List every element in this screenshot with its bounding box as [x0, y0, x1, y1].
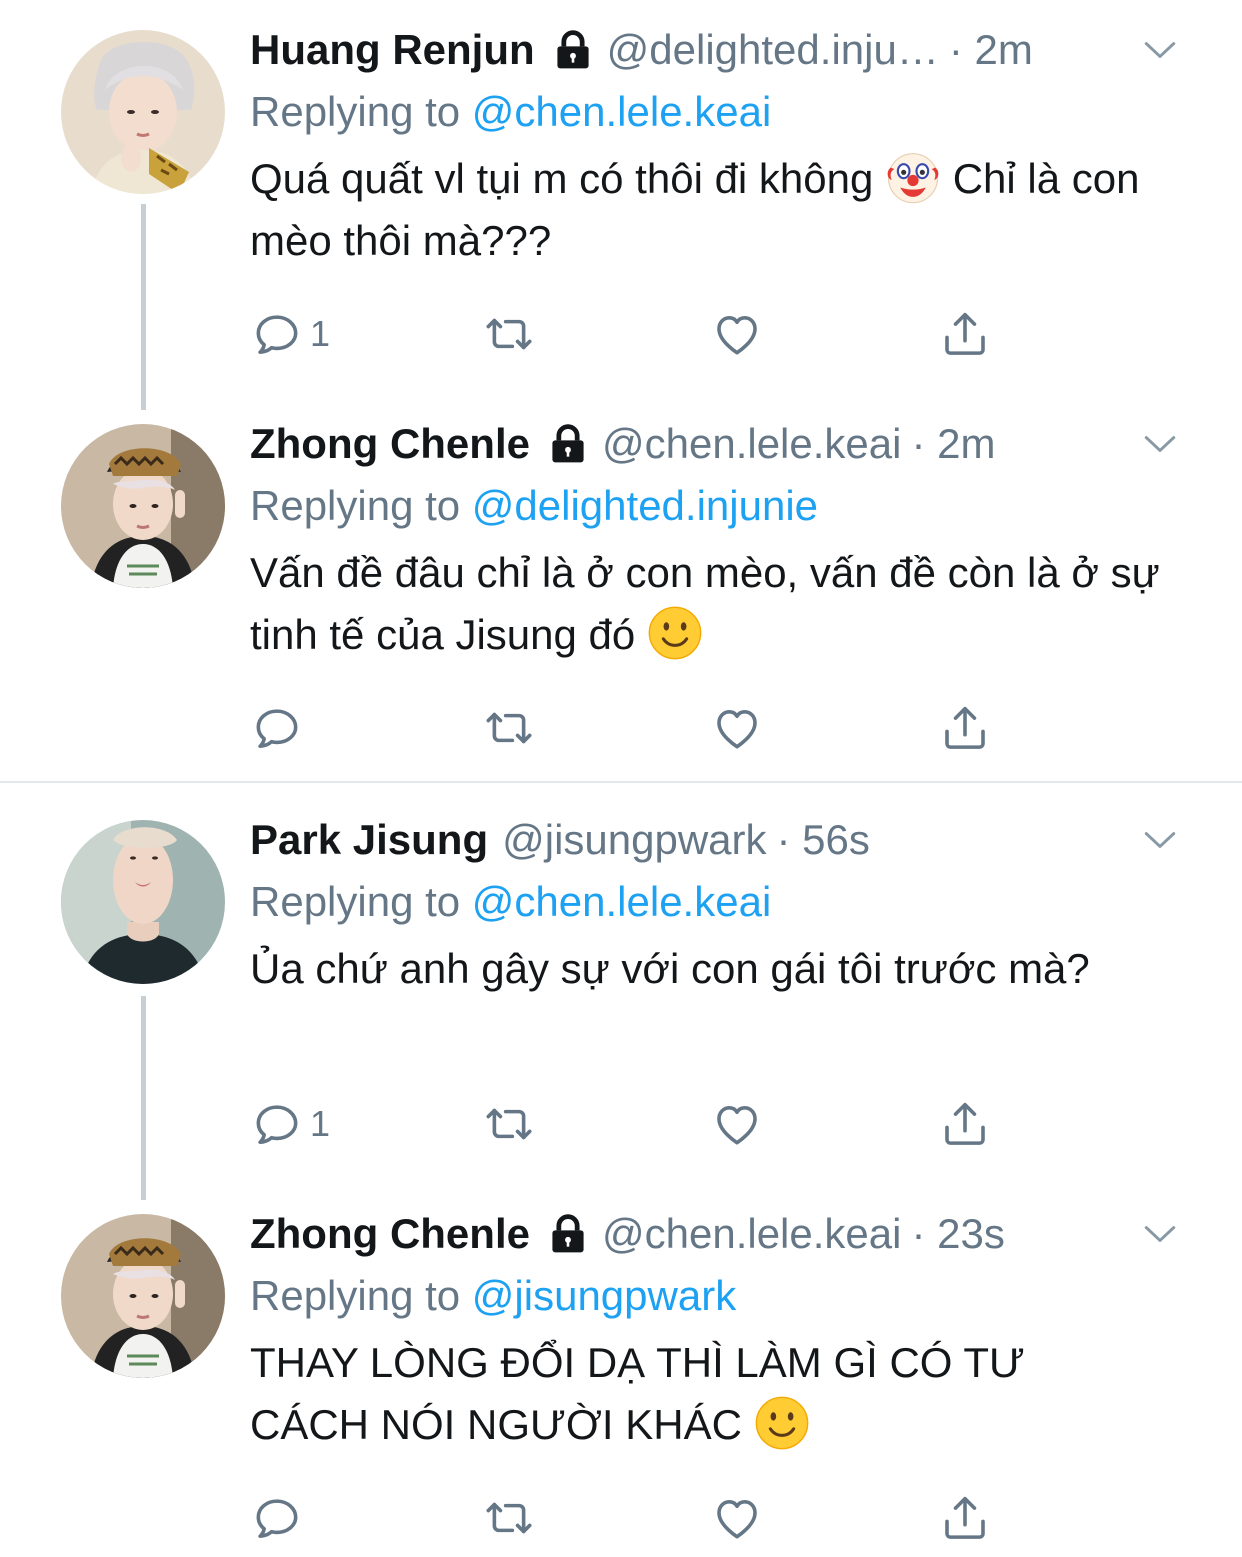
tweet-text-part-1: THAY LÒNG ĐỔI DẠ THÌ LÀM GÌ CÓ TƯ CÁCH N…	[250, 1339, 1025, 1448]
section-divider	[0, 781, 1242, 783]
tweet-header: Zhong Chenle @chen.lele.keai · 2m	[250, 420, 1182, 468]
share-icon	[938, 1097, 992, 1151]
tweet-actions	[250, 698, 1010, 758]
tweet-text-part-1: Vấn đề đâu chỉ là ở con mèo, vấn đề còn …	[250, 549, 1160, 658]
replying-to-mention[interactable]: @chen.lele.keai	[472, 878, 771, 925]
tweet-content: Huang Renjun @delighted.inju… · 2m Reply…	[250, 26, 1182, 272]
clown-emoji-icon	[885, 149, 941, 205]
tweet-actions: 1	[250, 1094, 1010, 1154]
avatar-zhong-chenle[interactable]	[61, 424, 225, 588]
tweet-content: Park Jisung @jisungpwark · 56s Replying …	[250, 816, 1182, 1000]
retweet-button[interactable]	[482, 304, 536, 364]
replying-to-mention[interactable]: @jisungpwark	[472, 1272, 736, 1319]
reply-count: 1	[310, 1103, 331, 1144]
like-button[interactable]	[710, 1094, 764, 1154]
display-name[interactable]: Zhong Chenle	[250, 1210, 530, 1258]
replying-to: Replying to @delighted.injunie	[250, 482, 1182, 530]
tweet-header: Zhong Chenle @chen.lele.keai · 23s	[250, 1210, 1182, 1258]
tweet-header: Huang Renjun @delighted.inju… · 2m	[250, 26, 1182, 74]
retweet-icon	[482, 307, 536, 361]
tweet-content: Zhong Chenle @chen.lele.keai · 2m Replyi…	[250, 420, 1182, 666]
timestamp[interactable]: · 2m	[949, 26, 1033, 74]
retweet-button[interactable]	[482, 1488, 536, 1548]
timestamp[interactable]: · 23s	[911, 1210, 1004, 1258]
display-name[interactable]: Zhong Chenle	[250, 420, 530, 468]
thread-connector	[141, 204, 146, 410]
share-icon	[938, 1491, 992, 1545]
user-handle[interactable]: @jisungpwark	[502, 816, 766, 864]
slightly-smiling-emoji-icon	[647, 605, 703, 661]
lock-icon	[551, 28, 595, 72]
replying-to-label: Replying to	[250, 482, 461, 529]
user-handle[interactable]: @chen.lele.keai	[602, 420, 901, 468]
replying-to-label: Replying to	[250, 88, 461, 135]
share-button[interactable]	[938, 1094, 992, 1154]
chevron-down-icon[interactable]	[1138, 422, 1182, 466]
replying-to-label: Replying to	[250, 878, 461, 925]
user-handle[interactable]: @chen.lele.keai	[602, 1210, 901, 1258]
tweet-text: THAY LÒNG ĐỔI DẠ THÌ LÀM GÌ CÓ TƯ CÁCH N…	[250, 1332, 1182, 1456]
reply-button[interactable]: 1	[250, 304, 330, 364]
share-icon	[938, 307, 992, 361]
timestamp[interactable]: · 56s	[777, 816, 870, 864]
reply-icon	[250, 1491, 304, 1545]
share-button[interactable]	[938, 1488, 992, 1548]
reply-icon	[250, 701, 304, 755]
reply-icon	[250, 1097, 304, 1151]
share-icon	[938, 701, 992, 755]
like-button[interactable]	[710, 1488, 764, 1548]
retweet-button[interactable]	[482, 698, 536, 758]
heart-icon	[710, 1097, 764, 1151]
retweet-button[interactable]	[482, 1094, 536, 1154]
heart-icon	[710, 307, 764, 361]
heart-icon	[710, 701, 764, 755]
replying-to: Replying to @jisungpwark	[250, 1272, 1182, 1320]
display-name[interactable]: Huang Renjun	[250, 26, 535, 74]
tweet-actions: 1	[250, 304, 1010, 364]
replying-to: Replying to @chen.lele.keai	[250, 88, 1182, 136]
retweet-icon	[482, 1097, 536, 1151]
reply-button[interactable]	[250, 698, 304, 758]
tweet-text: Ủa chứ anh gây sự với con gái tôi trước …	[250, 938, 1182, 1000]
share-button[interactable]	[938, 304, 992, 364]
tweet-text-part-1: Ủa chứ anh gây sự với con gái tôi trước …	[250, 945, 1090, 992]
avatar-huang-renjun[interactable]	[61, 30, 225, 194]
retweet-icon	[482, 1491, 536, 1545]
tweet-header: Park Jisung @jisungpwark · 56s	[250, 816, 1182, 864]
retweet-icon	[482, 701, 536, 755]
replying-to-label: Replying to	[250, 1272, 461, 1319]
replying-to-mention[interactable]: @chen.lele.keai	[472, 88, 771, 135]
heart-icon	[710, 1491, 764, 1545]
lock-icon	[546, 1212, 590, 1256]
like-button[interactable]	[710, 698, 764, 758]
tweet-actions	[250, 1488, 1010, 1548]
tweet-text: Quá quất vl tụi m có thôi đi không Chỉ l…	[250, 148, 1182, 272]
like-button[interactable]	[710, 304, 764, 364]
user-handle[interactable]: @delighted.inju…	[607, 26, 939, 74]
tweet-text-part-1: Quá quất vl tụi m có thôi đi không	[250, 155, 874, 202]
reply-icon	[250, 307, 304, 361]
timestamp[interactable]: · 2m	[911, 420, 995, 468]
avatar-zhong-chenle[interactable]	[61, 1214, 225, 1378]
avatar-park-jisung[interactable]	[61, 820, 225, 984]
share-button[interactable]	[938, 698, 992, 758]
slightly-smiling-emoji-icon	[754, 1395, 810, 1451]
display-name[interactable]: Park Jisung	[250, 816, 488, 864]
chevron-down-icon[interactable]	[1138, 28, 1182, 72]
chevron-down-icon[interactable]	[1138, 818, 1182, 862]
replying-to-mention[interactable]: @delighted.injunie	[472, 482, 818, 529]
replying-to: Replying to @chen.lele.keai	[250, 878, 1182, 926]
tweet-thread-page: Huang Renjun @delighted.inju… · 2m Reply…	[0, 0, 1242, 1557]
chevron-down-icon[interactable]	[1138, 1212, 1182, 1256]
thread-connector	[141, 996, 146, 1200]
reply-button[interactable]	[250, 1488, 304, 1548]
reply-count: 1	[310, 313, 331, 354]
lock-icon	[546, 422, 590, 466]
tweet-content: Zhong Chenle @chen.lele.keai · 23s Reply…	[250, 1210, 1182, 1456]
reply-button[interactable]: 1	[250, 1094, 330, 1154]
tweet-text: Vấn đề đâu chỉ là ở con mèo, vấn đề còn …	[250, 542, 1182, 666]
